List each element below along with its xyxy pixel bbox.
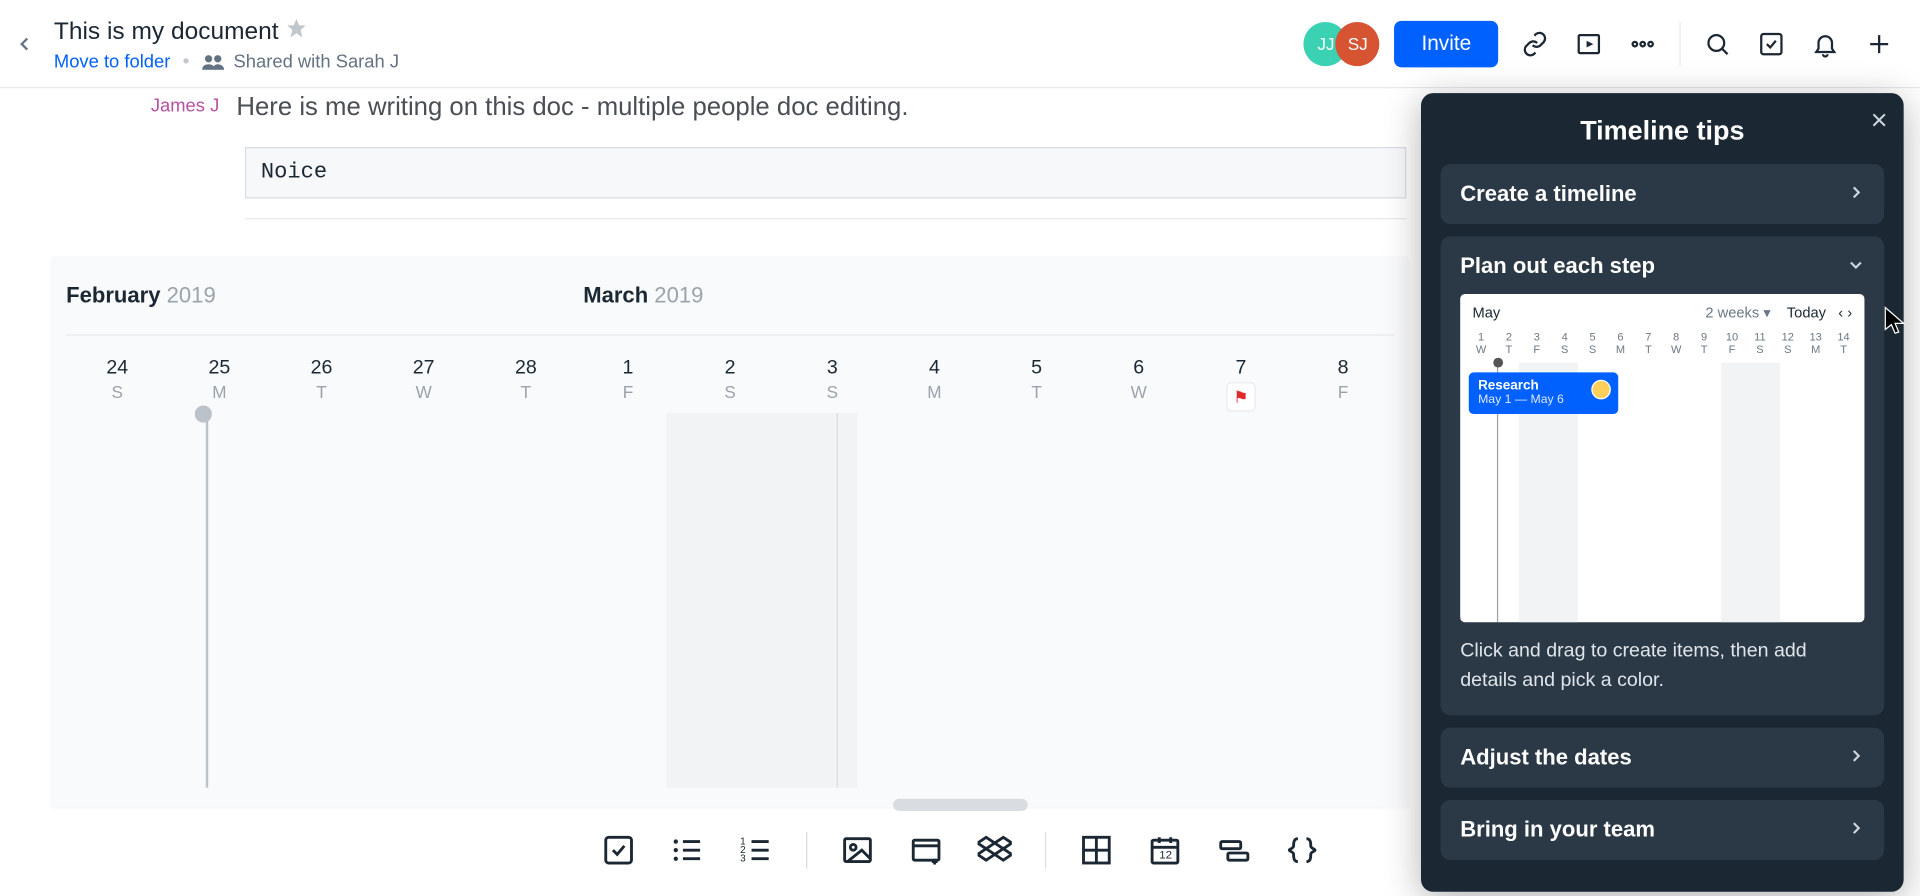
day-28[interactable]: 28T xyxy=(475,336,577,412)
mini-day-7: 7T xyxy=(1635,331,1662,356)
numbered-list-icon[interactable]: 123 xyxy=(737,832,774,869)
tip-bring-team[interactable]: Bring in your team xyxy=(1441,800,1884,860)
dropbox-icon[interactable] xyxy=(976,832,1013,869)
svg-text:12: 12 xyxy=(1159,850,1172,862)
timeline[interactable]: February 2019 March 2019 24S25M26T27W28T… xyxy=(51,256,1408,807)
mini-day-2: 2T xyxy=(1495,331,1522,356)
day-6[interactable]: 6W xyxy=(1088,336,1190,412)
link-icon[interactable] xyxy=(1508,17,1562,71)
day-4[interactable]: 4M xyxy=(883,336,985,412)
add-icon[interactable] xyxy=(1852,17,1906,71)
table-icon[interactable] xyxy=(1078,832,1115,869)
author-label: James J xyxy=(83,93,236,116)
mini-day-8: 8W xyxy=(1663,331,1690,356)
avatar-icon xyxy=(1591,380,1611,400)
mini-day-13: 13M xyxy=(1802,331,1829,356)
divider-line xyxy=(245,218,1406,219)
tip-plan-title[interactable]: Plan out each step xyxy=(1460,254,1655,280)
mini-day-1: 1W xyxy=(1468,331,1495,356)
close-icon[interactable] xyxy=(1869,110,1889,136)
mini-item-research[interactable]: Research May 1 — May 6 xyxy=(1468,372,1618,414)
move-to-folder-link[interactable]: Move to folder xyxy=(54,51,170,72)
chevron-right-icon xyxy=(1847,817,1864,843)
divider xyxy=(1679,21,1680,65)
more-icon[interactable] xyxy=(1616,17,1670,71)
mini-next-icon[interactable]: › xyxy=(1847,304,1852,321)
day-7[interactable]: 7⚑ xyxy=(1190,336,1292,412)
back-button[interactable] xyxy=(0,0,49,88)
mini-prev-icon[interactable]: ‹ xyxy=(1838,304,1843,321)
tip-adjust-dates[interactable]: Adjust the dates xyxy=(1441,728,1884,788)
tip-create-timeline[interactable]: Create a timeline xyxy=(1441,164,1884,224)
day-5[interactable]: 5T xyxy=(986,336,1088,412)
toolbar-divider xyxy=(806,832,807,869)
mini-range[interactable]: 2 weeks ▾ xyxy=(1705,304,1770,321)
chevron-right-icon xyxy=(1847,181,1864,207)
tip-plan-step: Plan out each step May 2 weeks ▾ Today ‹… xyxy=(1441,236,1884,715)
bullet-list-icon[interactable] xyxy=(669,832,706,869)
timeline-cursor-handle[interactable] xyxy=(195,405,212,422)
shared-with[interactable]: Shared with Sarah J xyxy=(202,51,399,72)
shared-text: Shared with Sarah J xyxy=(234,51,399,72)
day-8[interactable]: 8F xyxy=(1292,336,1394,412)
day-25[interactable]: 25M xyxy=(168,336,270,412)
invite-button[interactable]: Invite xyxy=(1394,20,1498,67)
day-2[interactable]: 2S xyxy=(679,336,781,412)
scroll-thumb[interactable] xyxy=(893,799,1028,811)
topbar: This is my document Move to folder • Sha… xyxy=(0,0,1920,88)
embed-icon[interactable] xyxy=(908,832,945,869)
code-block-icon[interactable] xyxy=(1284,832,1321,869)
month-march: March 2019 xyxy=(583,283,703,309)
tasks-icon[interactable] xyxy=(1744,17,1798,71)
calendar-icon[interactable]: 12 xyxy=(1147,832,1184,869)
weekend-shade xyxy=(666,413,857,788)
mini-day-3: 3F xyxy=(1523,331,1550,356)
people-icon xyxy=(202,55,224,70)
cursor-icon xyxy=(1884,306,1906,335)
mini-day-12: 12S xyxy=(1774,331,1801,356)
image-icon[interactable] xyxy=(839,832,876,869)
svg-text:3: 3 xyxy=(740,854,746,865)
code-block[interactable]: Noice xyxy=(245,147,1406,198)
tips-panel: Timeline tips Create a timeline Plan out… xyxy=(1421,93,1904,892)
mini-month: May xyxy=(1472,304,1500,321)
month-february: February 2019 xyxy=(66,283,216,309)
toolbar-divider xyxy=(1045,832,1046,869)
day-27[interactable]: 27W xyxy=(373,336,475,412)
day-26[interactable]: 26T xyxy=(270,336,372,412)
document-title[interactable]: This is my document xyxy=(54,18,279,46)
mini-day-10: 10F xyxy=(1719,331,1746,356)
day-24[interactable]: 24S xyxy=(66,336,168,412)
mini-day-4: 4S xyxy=(1551,331,1578,356)
checkbox-tool-icon[interactable] xyxy=(600,832,637,869)
mini-day-5: 5S xyxy=(1579,331,1606,356)
tip-description: Click and drag to create items, then add… xyxy=(1460,637,1864,696)
chevron-right-icon xyxy=(1847,745,1864,771)
grid-line xyxy=(836,413,837,788)
mini-timeline: May 2 weeks ▾ Today ‹ › 1W2T3F4S5S6M7T8W… xyxy=(1460,294,1864,622)
star-icon[interactable] xyxy=(286,17,308,46)
mini-today[interactable]: Today xyxy=(1787,304,1826,321)
timeline-icon[interactable] xyxy=(1215,832,1252,869)
chevron-down-icon[interactable] xyxy=(1847,254,1864,280)
panel-title: Timeline tips xyxy=(1441,115,1884,147)
day-3[interactable]: 3S xyxy=(781,336,883,412)
mini-day-11: 11S xyxy=(1746,331,1773,356)
mini-day-6: 6M xyxy=(1607,331,1634,356)
present-icon[interactable] xyxy=(1562,17,1616,71)
mini-day-14: 14T xyxy=(1830,331,1857,356)
search-icon[interactable] xyxy=(1691,17,1745,71)
day-1[interactable]: 1F xyxy=(577,336,679,412)
avatar-sj[interactable]: SJ xyxy=(1336,21,1380,65)
timeline-cursor-line[interactable] xyxy=(206,413,208,788)
mini-day-9: 9T xyxy=(1691,331,1718,356)
bell-icon[interactable] xyxy=(1798,17,1852,71)
body-text[interactable]: Here is me writing on this doc - multipl… xyxy=(236,93,908,122)
